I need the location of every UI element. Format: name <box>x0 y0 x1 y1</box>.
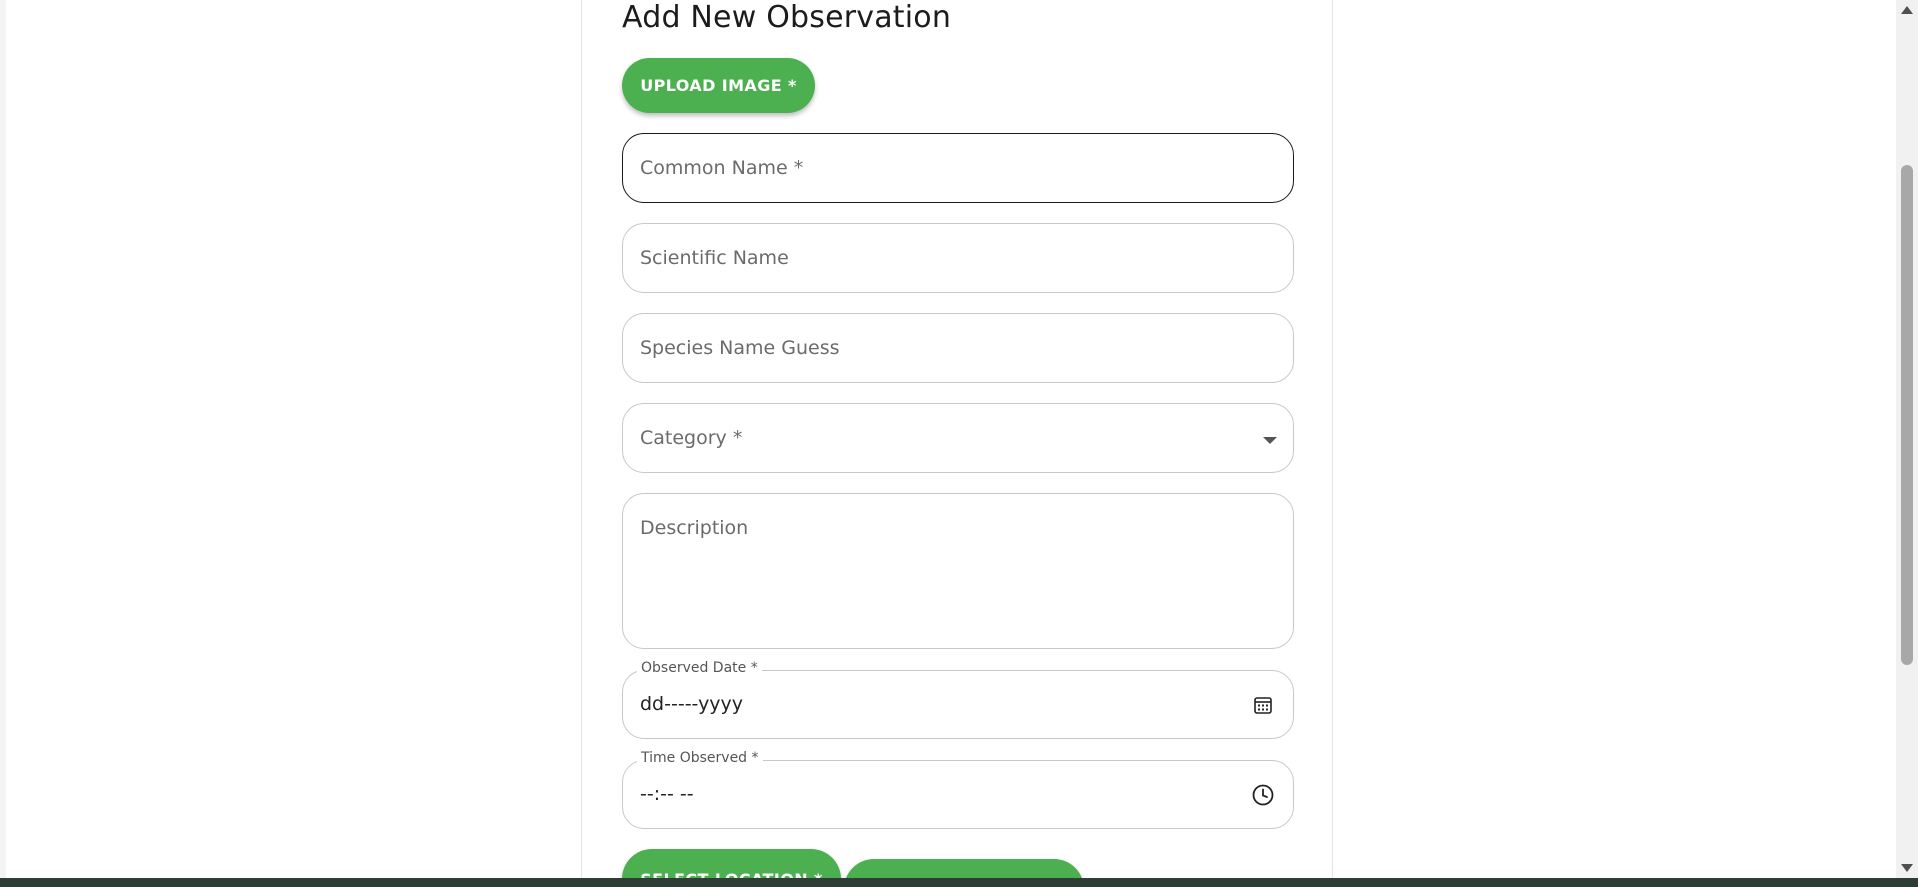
observed-date-label: Observed Date * <box>637 660 762 676</box>
observed-date-field[interactable]: Observed Date * dd-----yyyy <box>622 660 1294 739</box>
select-location-button[interactable]: SELECT LOCATION * <box>622 849 841 878</box>
common-name-placeholder: Common Name * <box>640 157 804 179</box>
species-name-guess-placeholder: Species Name Guess <box>640 337 840 359</box>
taskbar-strip <box>0 878 1918 887</box>
scroll-down-arrow-icon[interactable] <box>1901 864 1913 872</box>
common-name-field[interactable]: Common Name * <box>622 133 1294 203</box>
time-observed-field[interactable]: Time Observed * --:-- -- <box>622 750 1294 829</box>
category-select[interactable]: Category * <box>622 403 1294 473</box>
species-name-guess-field[interactable]: Species Name Guess <box>622 313 1294 383</box>
time-observed-value: --:-- -- <box>640 783 694 805</box>
scientific-name-field[interactable]: Scientific Name <box>622 223 1294 293</box>
calendar-icon[interactable] <box>1251 693 1275 717</box>
chevron-down-icon <box>1263 437 1277 444</box>
observation-form: Add New Observation UPLOAD IMAGE * Commo… <box>581 0 1333 878</box>
secondary-action-button[interactable] <box>844 859 1084 878</box>
category-placeholder: Category * <box>640 427 743 449</box>
vertical-scrollbar[interactable] <box>1896 0 1918 878</box>
page-viewport: Add New Observation UPLOAD IMAGE * Commo… <box>0 0 1896 878</box>
clock-icon[interactable] <box>1251 783 1275 807</box>
time-observed-label: Time Observed * <box>637 750 763 766</box>
upload-image-button[interactable]: UPLOAD IMAGE * <box>622 58 815 113</box>
observed-date-value: dd-----yyyy <box>640 693 744 715</box>
description-textarea[interactable]: Description <box>622 493 1294 649</box>
scroll-up-arrow-icon[interactable] <box>1901 6 1913 14</box>
description-placeholder: Description <box>640 517 749 539</box>
scrollbar-thumb[interactable] <box>1901 165 1913 665</box>
page-title: Add New Observation <box>622 0 952 35</box>
scientific-name-placeholder: Scientific Name <box>640 247 789 269</box>
